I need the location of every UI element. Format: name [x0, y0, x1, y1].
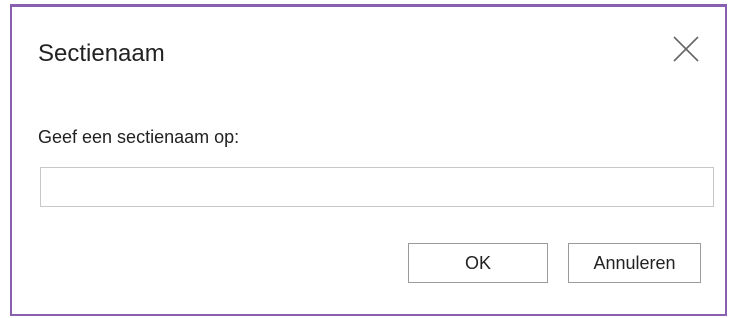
dialog-title: Sectienaam	[38, 40, 165, 67]
close-button[interactable]	[668, 31, 704, 67]
close-icon	[673, 36, 699, 62]
section-name-label: Geef een sectienaam op:	[38, 127, 240, 147]
section-name-dialog: Sectienaam Geef een sectienaam op: OK An…	[10, 4, 727, 316]
section-name-input[interactable]	[40, 167, 714, 207]
cancel-button[interactable]: Annuleren	[568, 243, 701, 283]
ok-button[interactable]: OK	[408, 243, 548, 283]
